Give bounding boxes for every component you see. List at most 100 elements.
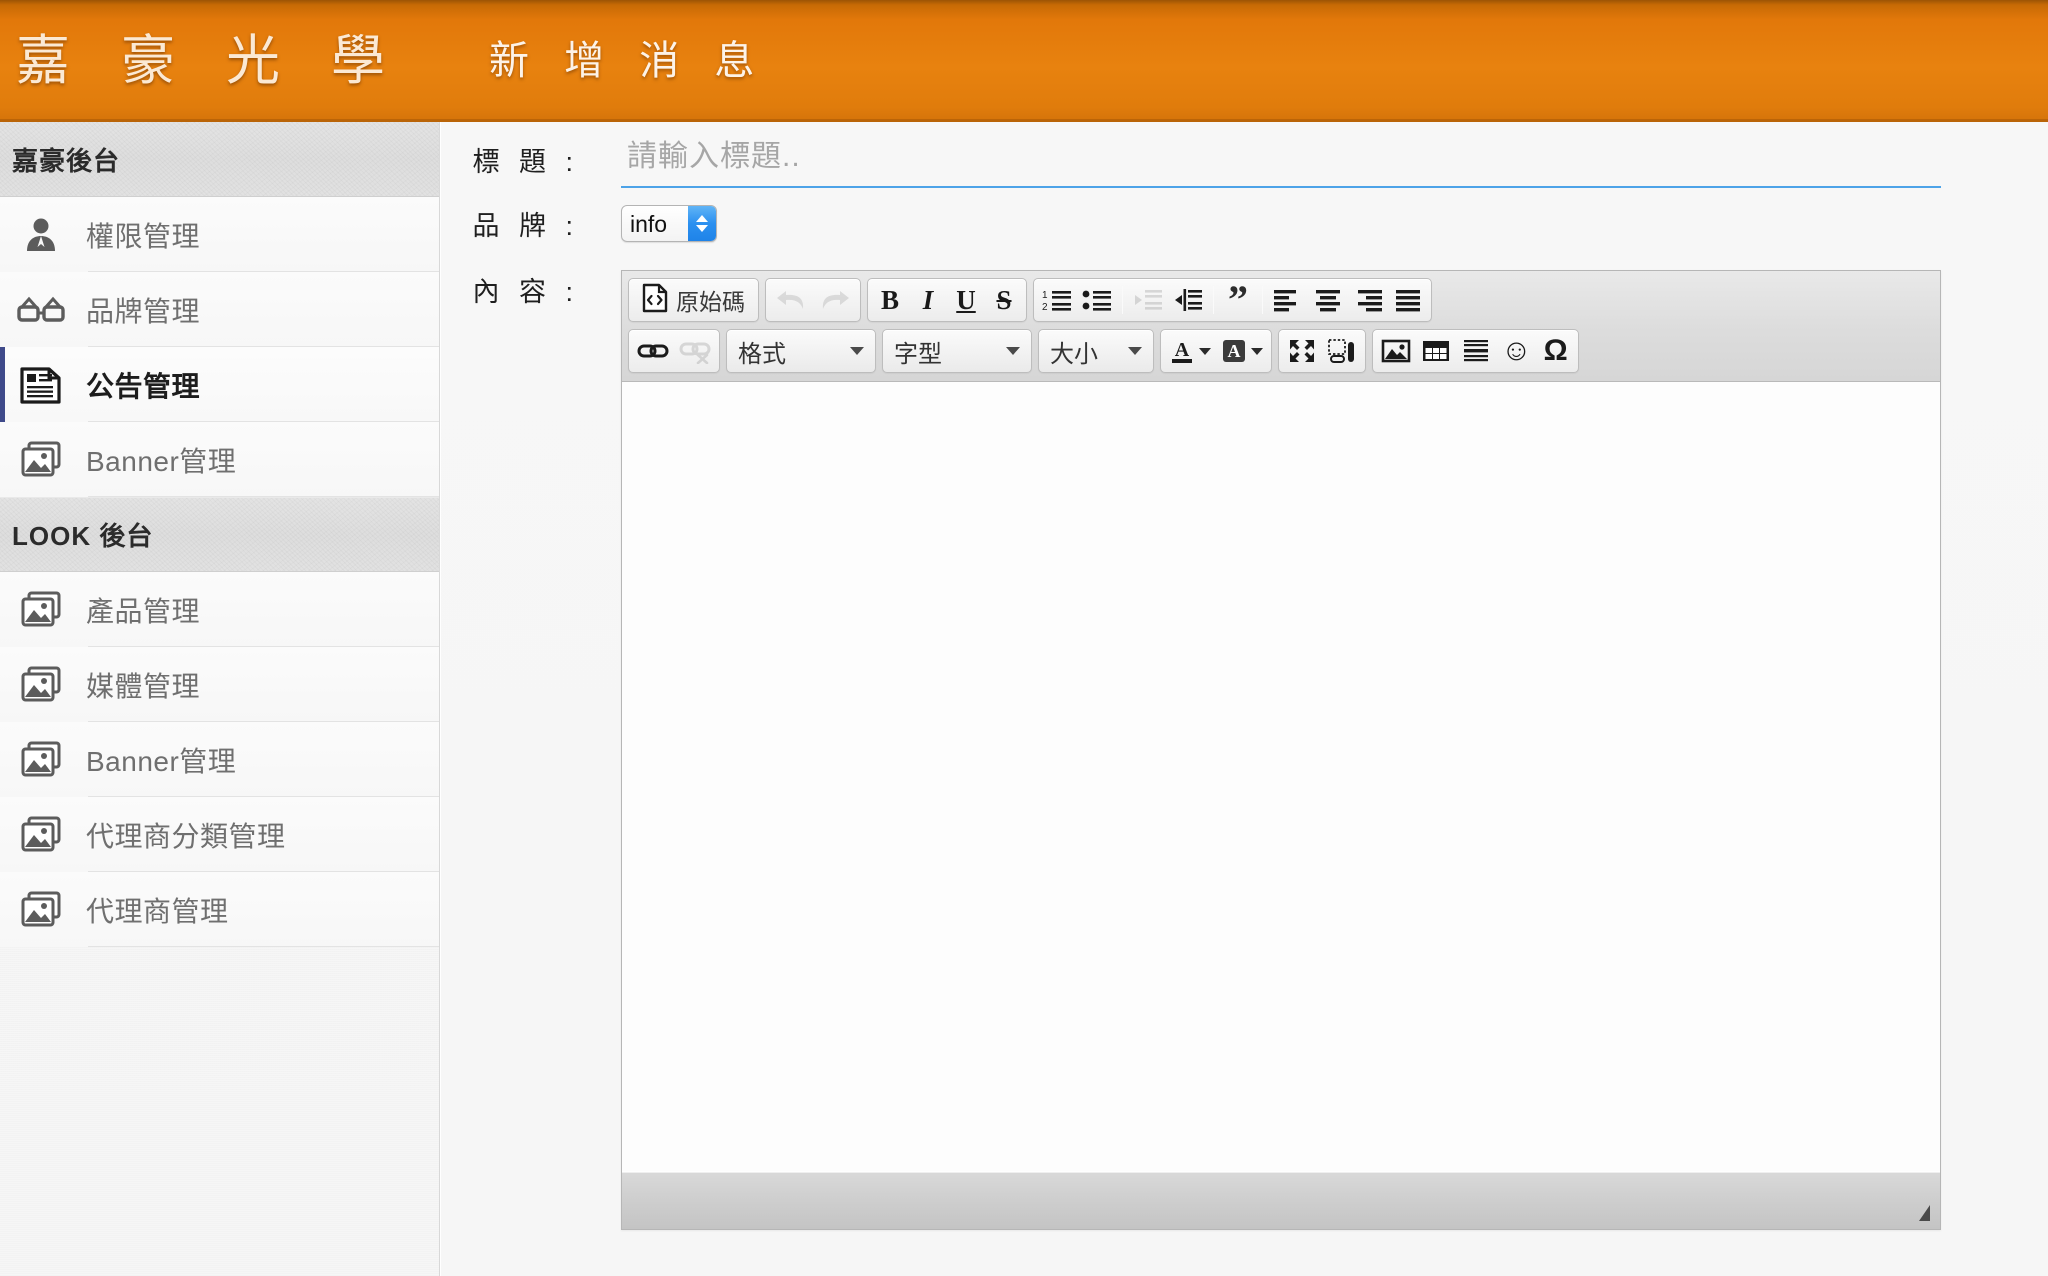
svg-text:2: 2	[1042, 302, 1048, 313]
sidebar-section-header-1: LOOK 後台	[0, 497, 439, 572]
sidebar-item-label: 媒體管理	[86, 670, 201, 702]
app-header: 嘉 豪 光 學 新 增 消 息	[0, 0, 2048, 122]
brand-select-wrapper: info	[621, 205, 717, 242]
sidebar-section-title: LOOK 後台	[12, 521, 154, 551]
font-dropdown[interactable]: 字型	[882, 329, 1032, 373]
editor-content-area[interactable]	[622, 382, 1940, 1171]
title-label: 標 題 :	[472, 147, 579, 177]
toolbar-group-tools	[1278, 329, 1366, 373]
image-icon[interactable]	[1376, 332, 1416, 370]
link-icon[interactable]	[632, 332, 674, 370]
chevron-down-icon	[1006, 347, 1020, 355]
page-title: 新 增 消 息	[489, 39, 767, 83]
show-blocks-icon[interactable]	[1322, 332, 1362, 370]
italic-button[interactable]: I	[909, 281, 947, 319]
toolbar-group-paragraph: 1 2 ”	[1033, 278, 1432, 322]
format-dropdown[interactable]: 格式	[726, 329, 876, 373]
redo-icon[interactable]	[813, 281, 857, 319]
editor-toolbar: 原始碼 B I U S 1 2 ” 格式 字型 大小 A A ☺ Ω	[622, 271, 1940, 382]
numbered-list-icon[interactable]: 1 2	[1037, 281, 1077, 319]
undo-icon[interactable]	[769, 281, 813, 319]
size-dropdown-label: 大小	[1050, 340, 1098, 368]
text-color-button[interactable]: A	[1164, 332, 1216, 370]
rich-text-editor: 原始碼 B I U S 1 2 ” 格式 字型 大小 A A ☺ Ω	[621, 270, 1941, 1230]
images-icon	[12, 439, 70, 481]
user-icon	[12, 215, 70, 255]
resize-grip[interactable]	[1914, 1203, 1932, 1223]
brand-label: 品 牌 :	[472, 211, 579, 241]
sidebar-item-product-management[interactable]: 產品管理	[0, 572, 439, 647]
title-input[interactable]	[627, 140, 1941, 174]
bulleted-list-icon[interactable]	[1077, 281, 1117, 319]
chevron-down-icon	[1251, 347, 1263, 355]
sidebar-item-permission-management[interactable]: 權限管理	[0, 197, 439, 272]
sidebar-item-banner-management[interactable]: Banner管理	[0, 422, 439, 497]
toolbar-separator	[1213, 286, 1214, 314]
chevron-down-icon	[1128, 347, 1142, 355]
svg-text:A: A	[1175, 339, 1190, 361]
align-justify-icon[interactable]	[1388, 281, 1428, 319]
bold-button[interactable]: B	[871, 281, 909, 319]
align-right-icon[interactable]	[1348, 281, 1388, 319]
source-button[interactable]: 原始碼	[632, 281, 755, 319]
smiley-icon[interactable]: ☺	[1496, 332, 1537, 370]
underline-button[interactable]: U	[947, 281, 985, 319]
sidebar-item-announcement-management[interactable]: 公告管理	[0, 347, 439, 422]
sidebar-item-brand-management[interactable]: 品牌管理	[0, 272, 439, 347]
main-content: 標 題 : 品 牌 : info 內 容 :	[441, 122, 2048, 1276]
sidebar-item-dealer-management[interactable]: 代理商管理	[0, 872, 439, 947]
italic-label: I	[922, 284, 934, 315]
strikethrough-label: S	[996, 284, 1012, 315]
editor-status-bar	[622, 1171, 1940, 1229]
sidebar-section-header-0: 嘉豪後台	[0, 122, 439, 197]
maximize-icon[interactable]	[1282, 332, 1322, 370]
sidebar-item-label: 權限管理	[86, 220, 201, 252]
content-form-row: 內 容 : 原始碼 B I U S 1 2 ” 格式 字型 大小 A A ☺ Ω	[441, 270, 2048, 1230]
chevron-down-icon	[1199, 347, 1211, 355]
sidebar-item-dealer-category-management[interactable]: 代理商分類管理	[0, 797, 439, 872]
special-character-icon[interactable]: Ω	[1537, 332, 1575, 370]
toolbar-row-1: 原始碼 B I U S 1 2 ”	[628, 278, 1935, 322]
toolbar-group-source: 原始碼	[628, 278, 759, 322]
size-dropdown[interactable]: 大小	[1038, 329, 1154, 373]
toolbar-group-colors: A A	[1160, 329, 1272, 373]
title-form-row: 標 題 :	[441, 140, 2048, 188]
brand-logo: 嘉 豪 光 學	[16, 31, 404, 91]
blockquote-button[interactable]: ”	[1219, 277, 1257, 322]
images-icon	[12, 739, 70, 781]
sidebar-item-label: 代理商管理	[86, 895, 229, 927]
sidebar-item-label: Banner管理	[86, 445, 237, 477]
strikethrough-button[interactable]: S	[985, 281, 1023, 319]
align-center-icon[interactable]	[1308, 281, 1348, 319]
svg-text:1: 1	[1042, 290, 1048, 301]
toolbar-group-basic-styles: B I U S	[867, 278, 1027, 322]
glasses-icon	[12, 294, 70, 326]
indent-icon[interactable]	[1168, 281, 1208, 319]
svg-text:A: A	[1228, 341, 1241, 361]
document-icon	[12, 363, 70, 407]
sidebar-item-label: Banner管理	[86, 745, 237, 777]
outdent-icon[interactable]	[1128, 281, 1168, 319]
table-icon[interactable]	[1416, 332, 1456, 370]
sidebar-item-media-management[interactable]: 媒體管理	[0, 647, 439, 722]
toolbar-group-history	[765, 278, 861, 322]
omega-glyph: Ω	[1543, 334, 1568, 367]
sidebar-item-look-banner-management[interactable]: Banner管理	[0, 722, 439, 797]
blockquote-glyph: ”	[1228, 277, 1248, 322]
format-dropdown-label: 格式	[738, 340, 786, 368]
content-label: 內 容 :	[472, 277, 579, 307]
sidebar: 嘉豪後台 權限管理 品牌管理 公告管理 Banner管理 LOOK 後台 產品管…	[0, 122, 440, 1276]
background-color-button[interactable]: A	[1216, 332, 1268, 370]
align-left-icon[interactable]	[1268, 281, 1308, 319]
sidebar-item-label: 產品管理	[86, 595, 201, 627]
horizontal-rule-icon[interactable]	[1456, 332, 1496, 370]
smiley-glyph: ☺	[1501, 334, 1532, 367]
unlink-icon[interactable]	[674, 332, 716, 370]
toolbar-group-insert: ☺ Ω	[1372, 329, 1579, 373]
brand-select[interactable]: info	[621, 205, 717, 242]
toolbar-group-links	[628, 329, 720, 373]
images-icon	[12, 589, 70, 631]
images-icon	[12, 814, 70, 856]
source-button-label: 原始碼	[676, 289, 745, 315]
toolbar-separator	[1122, 286, 1123, 314]
